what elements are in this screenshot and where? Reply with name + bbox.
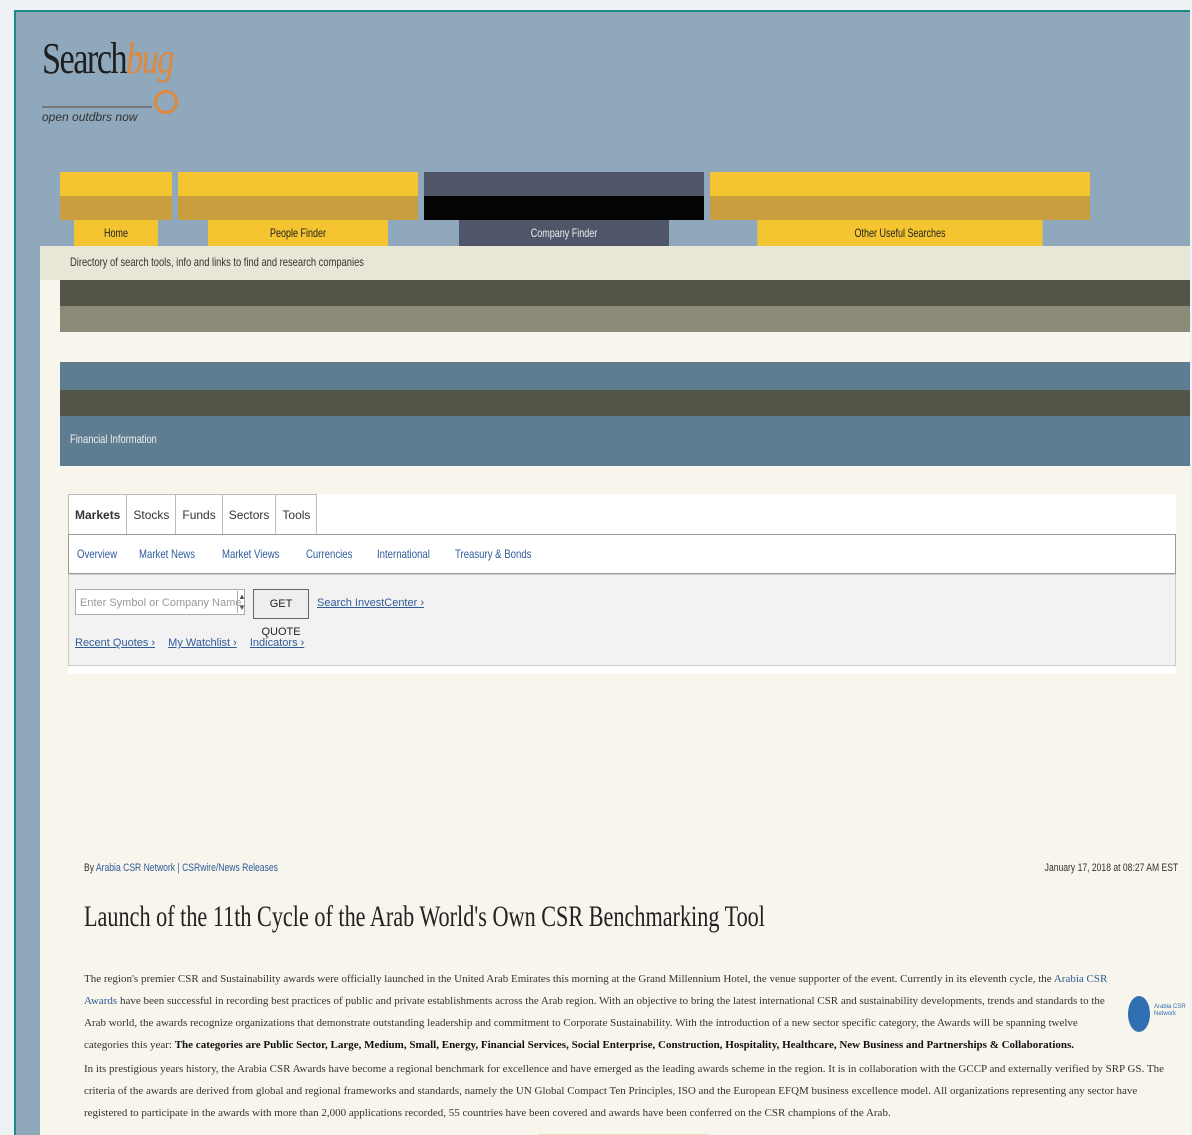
- link-market-views[interactable]: Market Views: [222, 535, 279, 573]
- link-market-news[interactable]: Market News: [139, 535, 195, 573]
- nav-tab-company-finder[interactable]: Company Finder: [424, 172, 704, 246]
- header-stripe: [60, 332, 1190, 362]
- header-stripe: [60, 362, 1190, 390]
- nav-tab-home[interactable]: Home: [60, 172, 172, 246]
- magnifier-icon: [154, 90, 178, 114]
- article-paragraph: In its prestigious years history, the Ar…: [84, 1063, 1164, 1119]
- get-quote-button[interactable]: GET QUOTE: [253, 589, 309, 638]
- page-frame: Searchbug open outdbrs now Home People F…: [14, 10, 1190, 1135]
- link-currencies[interactable]: Currencies: [306, 535, 352, 573]
- finance-tabs: Markets Stocks Funds Sectors Tools: [68, 494, 318, 535]
- finance-tab-markets[interactable]: Markets: [69, 495, 128, 535]
- search-investcenter-link[interactable]: Search InvestCenter ›: [317, 597, 424, 609]
- finance-tab-stocks[interactable]: Stocks: [127, 495, 177, 535]
- link-overview[interactable]: Overview: [77, 535, 117, 573]
- link-international[interactable]: International: [377, 535, 430, 573]
- nav-tab-people-finder[interactable]: People Finder: [178, 172, 418, 246]
- logo-tagline: open outdbrs now: [42, 106, 152, 124]
- searchbug-logo[interactable]: Searchbug open outdbrs now: [42, 34, 178, 128]
- logo-wordmark: Searchbug: [42, 34, 174, 83]
- financial-header: Financial Information: [60, 416, 1190, 466]
- finance-tab-tools[interactable]: Tools: [276, 495, 318, 535]
- header-stripe: [60, 306, 1190, 332]
- arabia-csr-badge: Arabia CSR Network: [1128, 994, 1188, 1038]
- spinner-icon[interactable]: ▲ ▼: [237, 591, 246, 613]
- globe-icon: [1128, 996, 1150, 1032]
- article-source-link[interactable]: Arabia CSR Network | CSRwire/News Releas…: [96, 862, 278, 874]
- page-description: Directory of search tools, info and link…: [70, 255, 364, 269]
- badge-text: Arabia CSR Network: [1154, 1004, 1186, 1017]
- symbol-search-input[interactable]: Enter Symbol or Company Name: [75, 589, 245, 615]
- content-panel: Directory of search tools, info and link…: [40, 246, 1190, 1135]
- article-headline: Launch of the 11th Cycle of the Arab Wor…: [84, 900, 765, 933]
- finance-tab-funds[interactable]: Funds: [176, 495, 223, 535]
- article-paragraph: The region's premier CSR and Sustainabil…: [84, 973, 1108, 1051]
- my-watchlist-link[interactable]: My Watchlist ›: [168, 637, 237, 649]
- page-description-bar: Directory of search tools, info and link…: [40, 246, 1190, 280]
- recent-quotes-link[interactable]: Recent Quotes ›: [75, 637, 155, 649]
- link-treasury-bonds[interactable]: Treasury & Bonds: [455, 535, 531, 573]
- article-date: January 17, 2018 at 08:27 AM EST: [1044, 862, 1178, 874]
- indicators-link[interactable]: Indicators ›: [250, 637, 304, 649]
- financial-header-title: Financial Information: [70, 432, 157, 446]
- quote-links: Recent Quotes › My Watchlist › Indicator…: [75, 637, 314, 649]
- quote-box: Enter Symbol or Company Name ▲ ▼ GET QUOT…: [68, 574, 1176, 666]
- article-byline: By Arabia CSR Network | CSRwire/News Rel…: [84, 862, 278, 874]
- finance-tab-sectors[interactable]: Sectors: [223, 495, 277, 535]
- header-stripe: [60, 390, 1190, 416]
- finance-widget: Markets Stocks Funds Sectors Tools Overv…: [68, 494, 1176, 674]
- finance-sublinks: Overview Market News Market Views Curren…: [68, 534, 1176, 574]
- header-stripe: [60, 280, 1190, 306]
- nav-tab-other-searches[interactable]: Other Useful Searches: [710, 172, 1090, 246]
